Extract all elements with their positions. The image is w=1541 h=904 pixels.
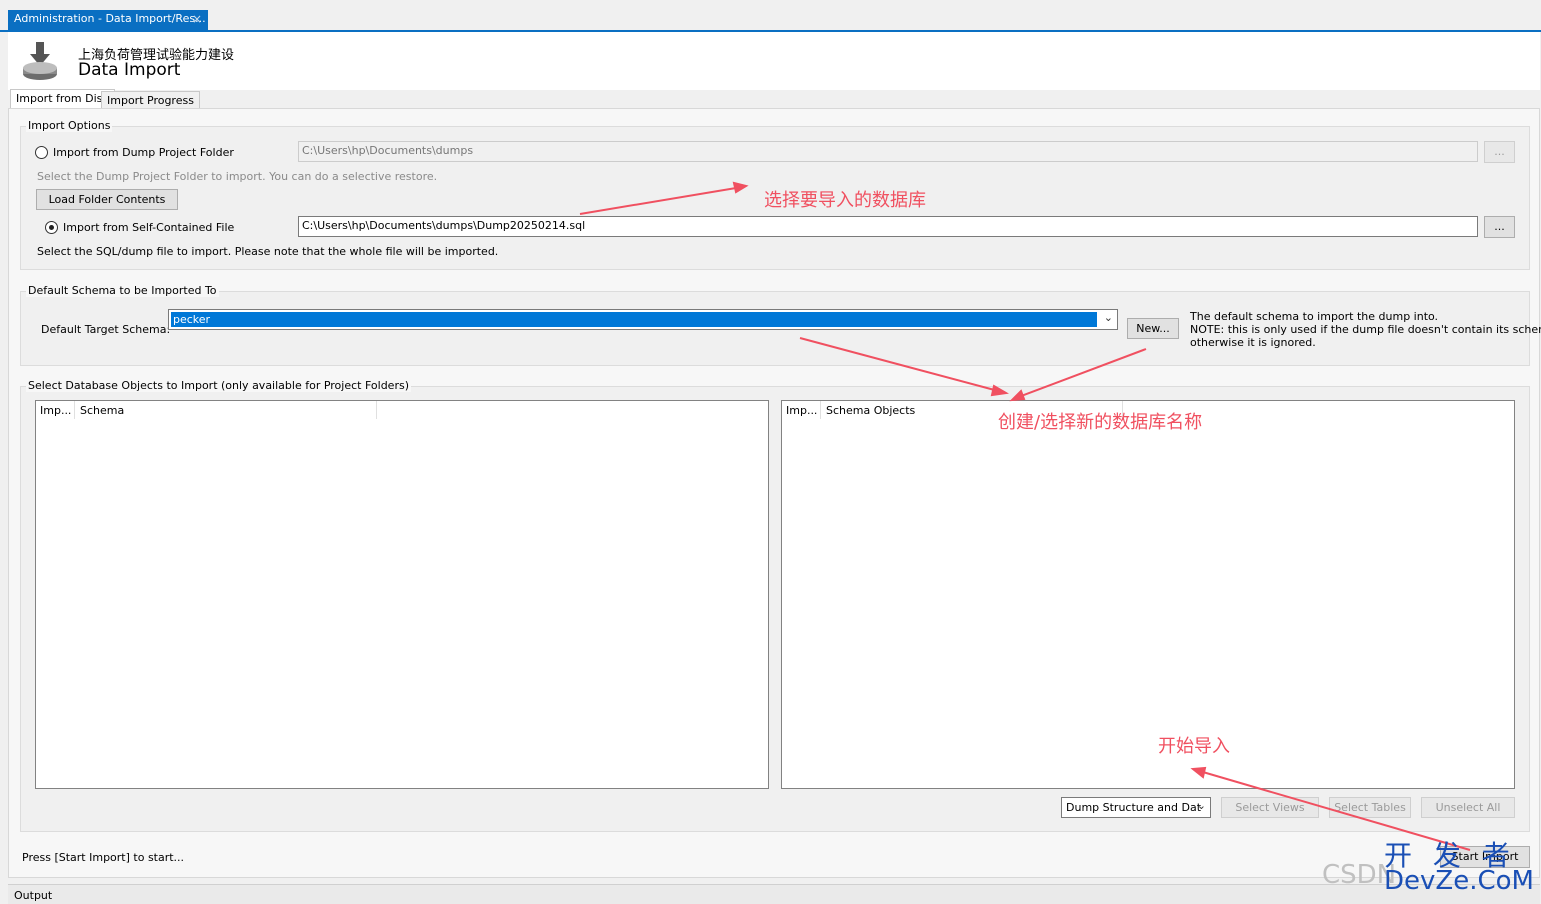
watermark-line2: DevZe.CoM	[1384, 866, 1534, 896]
arrow-head-new	[1009, 389, 1026, 402]
arrow-head-file	[732, 181, 749, 194]
arrow-head-schema	[990, 384, 1009, 397]
arrow-from-schema	[799, 337, 1003, 393]
arrow-to-file	[579, 186, 743, 215]
annotation-select-db: 选择要导入的数据库	[764, 190, 926, 211]
annotation-create-db: 创建/选择新的数据库名称	[998, 412, 1203, 433]
annotation-start-import: 开始导入	[1158, 736, 1230, 757]
arrow-from-new	[1015, 348, 1147, 399]
annotation-arrows	[579, 181, 1471, 851]
arrow-head-start	[1190, 766, 1207, 779]
